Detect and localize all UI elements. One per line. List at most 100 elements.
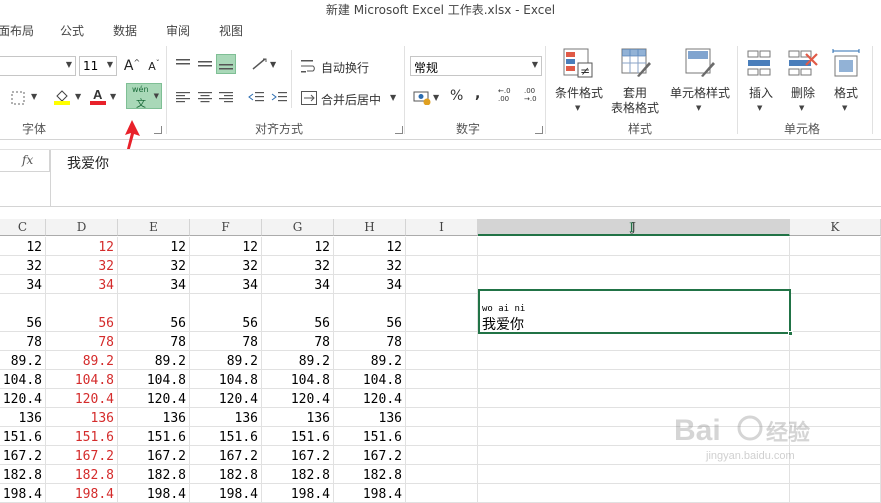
cell-j-7[interactable] (478, 370, 790, 389)
cell-h-5[interactable]: 78 (334, 332, 406, 351)
cell-f-5[interactable]: 78 (190, 332, 262, 351)
cell-e-7[interactable]: 104.8 (118, 370, 190, 389)
cell-h-11[interactable]: 167.2 (334, 446, 406, 465)
fill-color-button[interactable] (52, 86, 72, 106)
cell-i-6[interactable] (406, 351, 478, 370)
cell-styles-button[interactable]: 单元格样式 ▼ (667, 46, 733, 116)
cell-j-6[interactable] (478, 351, 790, 370)
cell-g-7[interactable]: 104.8 (262, 370, 334, 389)
cell-c-7[interactable]: 104.8 (0, 370, 46, 389)
chevron-down-icon[interactable]: ▼ (390, 93, 396, 102)
font-name-dropdown[interactable]: ▼ (0, 56, 76, 76)
cell-i-10[interactable] (406, 427, 478, 446)
cell-h-12[interactable]: 182.8 (334, 465, 406, 484)
column-header-e[interactable]: E (118, 219, 190, 236)
cell-c-11[interactable]: 167.2 (0, 446, 46, 465)
formula-input[interactable]: 我爱你 (50, 150, 881, 207)
cell-g-4[interactable]: 56 (262, 294, 334, 332)
insert-cells-button[interactable]: 插入 ▼ (743, 46, 779, 116)
chevron-down-icon[interactable]: ▼ (433, 93, 439, 102)
cell-i-1[interactable] (406, 237, 478, 256)
cell-g-8[interactable]: 120.4 (262, 389, 334, 408)
cell-c-8[interactable]: 120.4 (0, 389, 46, 408)
tab-data[interactable]: 数据 (113, 22, 137, 39)
cell-d-6[interactable]: 89.2 (46, 351, 118, 370)
cell-i-3[interactable] (406, 275, 478, 294)
cell-f-3[interactable]: 34 (190, 275, 262, 294)
cell-e-5[interactable]: 78 (118, 332, 190, 351)
cell-i-8[interactable] (406, 389, 478, 408)
cell-j-2[interactable] (478, 256, 790, 275)
cell-e-4[interactable]: 56 (118, 294, 190, 332)
cell-e-10[interactable]: 151.6 (118, 427, 190, 446)
cell-k-2[interactable] (790, 256, 881, 275)
cell-d-1[interactable]: 12 (46, 237, 118, 256)
cell-e-8[interactable]: 120.4 (118, 389, 190, 408)
cell-i-12[interactable] (406, 465, 478, 484)
cell-i-11[interactable] (406, 446, 478, 465)
tab-formulas[interactable]: 公式 (60, 22, 84, 39)
cell-c-6[interactable]: 89.2 (0, 351, 46, 370)
cell-c-3[interactable]: 34 (0, 275, 46, 294)
cell-h-10[interactable]: 151.6 (334, 427, 406, 446)
increase-indent-button[interactable] (269, 87, 289, 107)
orientation-button[interactable] (250, 54, 270, 74)
tab-page-layout[interactable]: 面布局 (0, 22, 34, 39)
cell-d-7[interactable]: 104.8 (46, 370, 118, 389)
cell-k-5[interactable] (790, 332, 881, 351)
cell-d-2[interactable]: 32 (46, 256, 118, 275)
cell-f-12[interactable]: 182.8 (190, 465, 262, 484)
cell-f-9[interactable]: 136 (190, 408, 262, 427)
cell-d-11[interactable]: 167.2 (46, 446, 118, 465)
shrink-font-button[interactable]: Aˇ (144, 56, 164, 76)
cell-k-7[interactable] (790, 370, 881, 389)
cell-h-7[interactable]: 104.8 (334, 370, 406, 389)
cell-f-8[interactable]: 120.4 (190, 389, 262, 408)
column-header-k[interactable]: K (790, 219, 881, 236)
wrap-text-button[interactable]: 自动换行 (321, 59, 369, 76)
cell-e-3[interactable]: 34 (118, 275, 190, 294)
percent-style-button[interactable]: % (450, 88, 463, 104)
column-header-i[interactable]: I (406, 219, 478, 236)
cell-f-6[interactable]: 89.2 (190, 351, 262, 370)
cell-f-10[interactable]: 151.6 (190, 427, 262, 446)
alignment-dialog-launcher-icon[interactable] (395, 126, 403, 134)
cell-h-2[interactable]: 32 (334, 256, 406, 275)
comma-style-button[interactable]: , (475, 86, 480, 102)
column-header-f[interactable]: F (190, 219, 262, 236)
cell-c-9[interactable]: 136 (0, 408, 46, 427)
align-center-button[interactable] (195, 87, 215, 107)
cell-g-12[interactable]: 182.8 (262, 465, 334, 484)
fill-handle[interactable] (788, 331, 793, 336)
cell-h-9[interactable]: 136 (334, 408, 406, 427)
font-color-button[interactable]: A (88, 86, 108, 106)
cell-g-1[interactable]: 12 (262, 237, 334, 256)
tab-view[interactable]: 视图 (219, 22, 243, 39)
cell-e-9[interactable]: 136 (118, 408, 190, 427)
cell-f-1[interactable]: 12 (190, 237, 262, 256)
cell-g-9[interactable]: 136 (262, 408, 334, 427)
cell-h-3[interactable]: 34 (334, 275, 406, 294)
conditional-formatting-button[interactable]: ≠ 条件格式 ▼ (553, 46, 605, 116)
cell-h-1[interactable]: 12 (334, 237, 406, 256)
cell-k-3[interactable] (790, 275, 881, 294)
font-dialog-launcher-icon[interactable] (154, 126, 162, 134)
cell-h-4[interactable]: 56 (334, 294, 406, 332)
cell-d-3[interactable]: 34 (46, 275, 118, 294)
align-right-button[interactable] (216, 87, 236, 107)
column-header-d[interactable]: D (46, 219, 118, 236)
align-top-button[interactable] (173, 54, 193, 74)
cell-j-8[interactable] (478, 389, 790, 408)
cell-e-12[interactable]: 182.8 (118, 465, 190, 484)
align-left-button[interactable] (173, 87, 193, 107)
cell-i-4[interactable] (406, 294, 478, 332)
grow-font-button[interactable]: A ^ (122, 56, 142, 76)
cell-k-8[interactable] (790, 389, 881, 408)
chevron-down-icon[interactable]: ▼ (31, 92, 37, 101)
active-cell-j[interactable]: wo ai ni 我爱你 (478, 289, 793, 336)
decrease-indent-button[interactable] (246, 87, 266, 107)
cell-c-1[interactable]: 12 (0, 237, 46, 256)
cell-g-2[interactable]: 32 (262, 256, 334, 275)
cell-c-10[interactable]: 151.6 (0, 427, 46, 446)
border-button[interactable] (8, 88, 28, 108)
